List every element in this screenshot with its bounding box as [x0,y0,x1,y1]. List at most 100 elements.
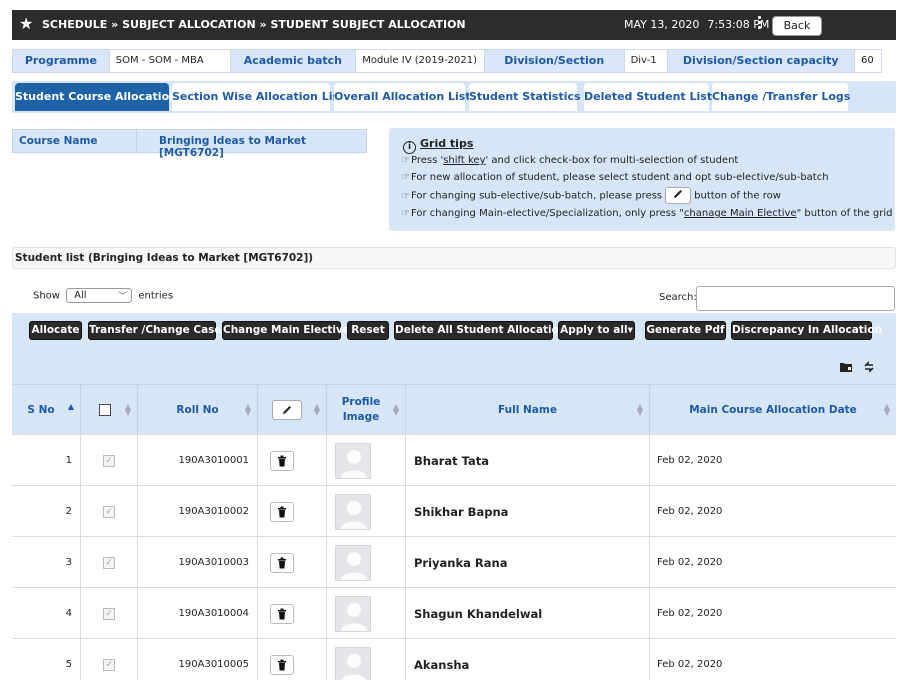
cell-allocation-date: Feb 02, 2020 [657,455,723,466]
column-roll-no[interactable]: Roll No ▲ ▼ [138,385,258,435]
capacity-value: 60 [855,50,882,72]
allocate-button[interactable]: Allocate [29,321,82,340]
cell-select: ✓ [81,435,138,486]
cell-full-name: Akansha [406,639,650,680]
tab-overall-allocation[interactable]: Overall Allocation List [334,83,471,111]
cell-full-name: Priyanka Rana [406,537,650,588]
avatar [335,646,371,680]
table-header: S No ▲ ▲ ▼ Roll No ▲ ▼ ▲ ▼ Profile Image ▲ ▼ Ful… [12,384,896,435]
breadcrumb: SCHEDULE » SUBJECT ALLOCATION » STUDENT … [42,18,466,31]
folder-icon[interactable] [839,361,853,376]
tab-deleted-students[interactable]: Deleted Student List [584,83,712,111]
tip-text: For changing sub-elective/sub-batch, ple… [410,190,663,202]
column-profile-image[interactable]: Profile Image ▲ ▼ [327,385,406,435]
search-input[interactable] [696,286,895,311]
row-checkbox[interactable]: ✓ [103,556,115,569]
row-checkbox[interactable]: ✓ [103,454,115,467]
grid-tips-title: i Grid tips [403,137,473,154]
select-all-checkbox[interactable] [99,404,111,416]
show-entries-control: Show All ﹀ entries [33,288,173,303]
cell-profile-image [327,435,406,486]
tip-text: Press ' [410,155,444,166]
academic-batch-label: Academic batch [230,50,357,72]
search-label: Search: [659,292,697,303]
cell-roll-no: 190A3010005 [138,639,258,680]
sort-icon: ▲ ▼ [392,402,399,417]
cell-roll-no: 190A3010002 [138,486,258,537]
trash-icon[interactable] [270,654,294,675]
current-date: MAY 13, 2020 [624,18,700,31]
back-button[interactable]: Back [772,16,822,36]
sort-icon: ▲ ▼ [636,402,643,417]
cell-allocation-date: Feb 02, 2020 [657,608,723,619]
cell-roll-no: 190A3010003 [138,537,258,588]
column-allocation-date[interactable]: Main Course Allocation Date ▲ ▼ [650,385,896,435]
cell-sno: 4 [12,588,81,639]
column-sno[interactable]: S No ▲ [12,385,81,435]
shift-key-link: shift key [443,155,486,166]
cell-profile-image [327,537,406,588]
trash-icon[interactable] [270,552,294,573]
cell-roll-no: 190A3010004 [138,588,258,639]
delete-all-allocation-button[interactable]: Delete All Student Allocation [394,321,566,340]
tip-line-2: ☞For new allocation of student, please s… [401,172,829,183]
cell-sno: 5 [12,639,81,680]
trash-icon[interactable] [270,603,294,624]
avatar [335,493,371,530]
transfer-change-case-button[interactable]: Transfer /Change Case [88,321,222,340]
star-icon[interactable]: ★ [19,15,33,33]
discrepancy-in-allocation-button[interactable]: Discrepancy In Allocation [731,321,882,340]
generate-pdf-button[interactable]: Generate Pdf [645,321,726,340]
avatar [335,442,371,479]
table-row[interactable]: 2 ✓ 190A3010002 Shikhar Bapna Feb 02, 2020 [12,485,896,537]
student-list-header: Student list (Bringing Ideas to Market [… [12,247,896,269]
row-checkbox[interactable]: ✓ [103,658,115,671]
table-row[interactable]: 3 ✓ 190A3010003 Priyanka Rana Feb 02, 2020 [12,536,896,588]
apply-to-all-button[interactable]: Apply to all▾ [558,321,635,340]
column-full-name[interactable]: Full Name ▲ ▼ [406,385,650,435]
datetime: MAY 13, 2020 7:53:08 PM [624,18,769,31]
column-select-all: ▲ ▼ [81,385,138,435]
row-checkbox[interactable]: ✓ [103,607,115,620]
tip-text: " button of the grid [796,208,893,219]
change-main-elective-button[interactable]: Change Main Elective [222,321,350,340]
more-options-icon[interactable] [758,15,762,33]
tab-bar: Student Course Allocation Section Wise A… [12,81,896,113]
reset-button[interactable]: Reset [347,321,389,340]
tip-text: button of the row [694,190,781,202]
allocation-info-bar: Programme SOM - SOM - MBA Academic batch… [12,49,882,73]
student-list-title: Student list (Bringing Ideas to Market [… [15,252,314,264]
row-checkbox[interactable]: ✓ [103,505,115,518]
sort-icon: ▲ ▼ [313,402,320,417]
grid-tips-title-text: Grid tips [420,137,474,150]
pointing-hand-icon: ☞ [401,190,410,202]
trash-icon[interactable] [270,501,294,522]
trash-icon[interactable] [270,450,294,471]
title-bar: ★ SCHEDULE » SUBJECT ALLOCATION » STUDEN… [12,10,896,40]
entries-select[interactable]: All ﹀ [66,288,133,303]
cell-full-name: Bharat Tata [406,435,650,486]
pointing-hand-icon: ☞ [401,208,410,219]
tip-line-4: ☞For changing Main-elective/Specializati… [401,208,893,219]
refresh-icon[interactable] [862,361,876,376]
tip-text: ' and click check-box for multi-selectio… [485,155,739,166]
table-row[interactable]: 4 ✓ 190A3010004 Shagun Khandelwal Feb 02, 20… [12,587,896,639]
table-row[interactable]: 1 ✓ 190A3010001 Bharat Tata Feb 02, 2020 [12,434,896,486]
academic-batch-value: Module IV (2019-2021) [356,50,485,72]
tab-change-transfer-logs[interactable]: Change /Transfer Logs [712,83,850,111]
column-image-label: Image [342,411,380,423]
table-row[interactable]: 5 ✓ 190A3010005 Akansha Feb 02, 2020 [12,638,896,680]
tab-student-course-allocation[interactable]: Student Course Allocation [15,83,177,111]
pencil-icon[interactable] [272,400,302,420]
column-roll-label: Roll No [176,403,219,416]
avatar [335,544,371,581]
sort-asc-icon: ▲ [67,402,74,411]
tip-text: For changing Main-elective/Specializatio… [410,208,684,219]
tab-section-wise-allocation[interactable]: Section Wise Allocation List [172,83,344,111]
tab-student-statistics[interactable]: Student Statistics [469,83,581,111]
course-name-box: Course Name Bringing Ideas to Market [MG… [12,129,367,159]
cell-profile-image [327,588,406,639]
cell-allocation-date: Feb 02, 2020 [657,659,723,670]
column-date-label: Main Course Allocation Date [689,403,857,416]
show-label: Show [33,290,60,302]
